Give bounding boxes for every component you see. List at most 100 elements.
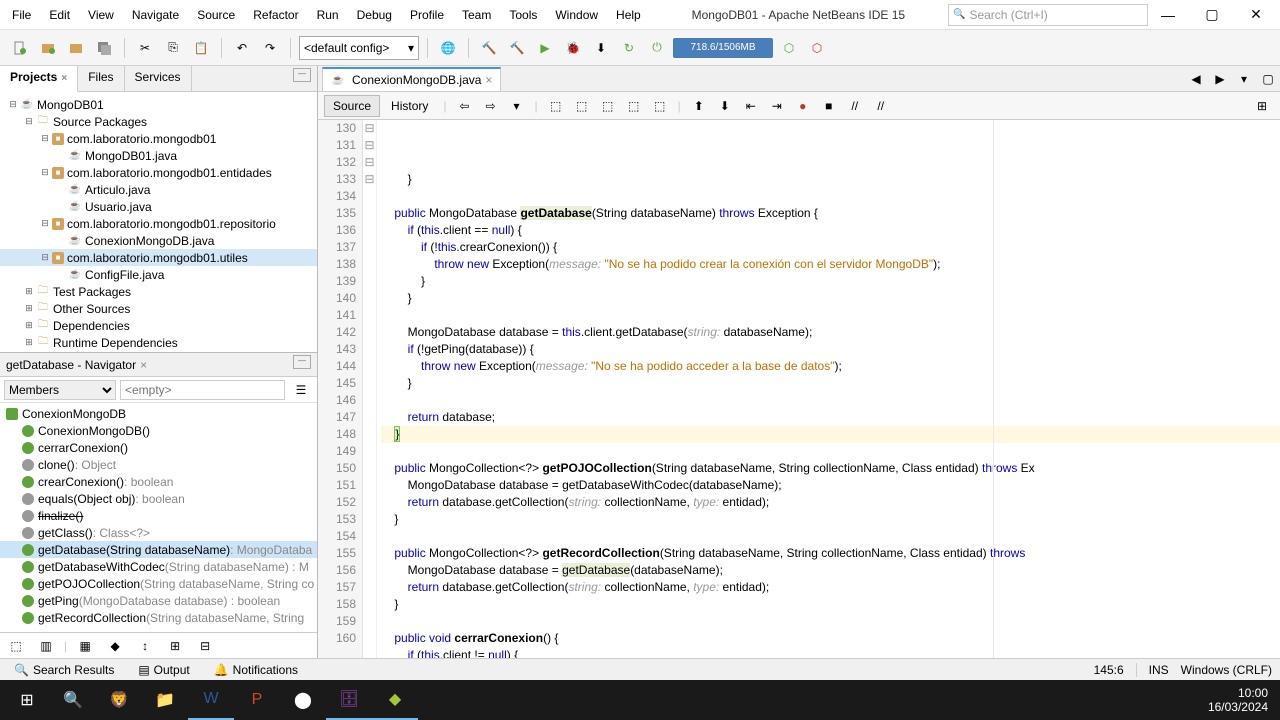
new-project-button[interactable] <box>36 36 60 60</box>
tree-row[interactable]: ⊟🗀Source Packages <box>0 113 317 130</box>
line-ending[interactable]: Windows (CRLF) <box>1181 663 1272 677</box>
code-line[interactable]: } <box>381 273 1280 290</box>
notifications-tab[interactable]: 🔔Notifications <box>208 661 304 679</box>
profile-button[interactable]: ⬇ <box>589 36 613 60</box>
navigator-row[interactable]: getRecordCollection(String databaseName,… <box>0 609 317 626</box>
rerun-button[interactable]: ↻ <box>617 36 641 60</box>
editor-tab-active[interactable]: ☕ ConexionMongoDB.java × <box>322 67 501 91</box>
et-uncomment-button[interactable]: // <box>869 94 893 118</box>
panel-tab-close[interactable]: × <box>61 73 67 84</box>
output-tab[interactable]: ▤Output <box>132 661 195 679</box>
tree-row[interactable]: ⊟■com.laboratorio.mongodb01.utiles <box>0 249 317 266</box>
code-line[interactable]: public MongoCollection<?> getPOJOCollect… <box>381 460 1280 477</box>
navigator-row[interactable]: getDatabase(String databaseName) : Mongo… <box>0 541 317 558</box>
navigator-row[interactable]: crearConexion() : boolean <box>0 473 317 490</box>
menu-edit[interactable]: Edit <box>41 4 78 26</box>
paste-button[interactable]: 📋 <box>189 36 213 60</box>
maximize-button[interactable]: ▢ <box>1192 3 1232 27</box>
et-next-bookmark-button[interactable]: ⬇ <box>713 94 737 118</box>
panel-tab-files[interactable]: Files <box>78 66 124 91</box>
nav-fields-button[interactable]: ▥ <box>34 634 58 658</box>
nav-group-button[interactable]: ⊞ <box>163 634 187 658</box>
memory-indicator[interactable]: 718.6/1506MB <box>673 38 773 58</box>
tree-row[interactable]: ☕Articulo.java <box>0 181 317 198</box>
tree-row[interactable]: ☕MongoDB01.java <box>0 147 317 164</box>
start-button[interactable]: ⊞ <box>4 680 50 720</box>
tree-row[interactable]: ⊞🗀Dependencies <box>0 317 317 334</box>
code-line[interactable]: return database.getCollection(string: co… <box>381 494 1280 511</box>
navigator-row[interactable]: ConexionMongoDB <box>0 405 317 422</box>
fold-gutter[interactable]: ⊟⊟⊟⊟ <box>363 120 377 658</box>
code-line[interactable]: return database.getCollection(string: co… <box>381 579 1280 596</box>
db-button[interactable]: 🗄 <box>326 680 372 720</box>
navigator-row[interactable]: getPing(MongoDatabase database) : boolea… <box>0 592 317 609</box>
insert-mode[interactable]: INS <box>1149 663 1169 677</box>
menu-refactor[interactable]: Refactor <box>245 4 306 26</box>
navigator-row[interactable]: getClass() : Class<?> <box>0 524 317 541</box>
code-line[interactable]: } <box>381 426 1280 443</box>
code-line[interactable]: } <box>381 171 1280 188</box>
panel-tab-projects[interactable]: Projects× <box>0 66 78 92</box>
close-button[interactable]: ✕ <box>1236 3 1276 27</box>
code-line[interactable]: } <box>381 375 1280 392</box>
save-all-button[interactable] <box>92 36 116 60</box>
system-tray[interactable]: 10:00 16/03/2024 <box>1200 686 1276 714</box>
navigator-filter-button[interactable]: ☰ <box>289 378 313 402</box>
tree-row[interactable]: ⊟☕MongoDB01 <box>0 96 317 113</box>
stop-button[interactable]: ⏻ <box>645 36 669 60</box>
word-button[interactable]: W <box>188 680 234 720</box>
navigator-tree[interactable]: ConexionMongoDBConexionMongoDB()cerrarCo… <box>0 403 317 632</box>
nav-sort-button[interactable]: ↕ <box>133 634 157 658</box>
code-line[interactable]: throw new Exception(message: "No se ha p… <box>381 358 1280 375</box>
cursor-position[interactable]: 145:6 <box>1094 663 1124 677</box>
navigator-row[interactable]: equals(Object obj) : boolean <box>0 490 317 507</box>
navigator-row[interactable]: clone() : Object <box>0 456 317 473</box>
code-line[interactable]: MongoDatabase database = this.client.get… <box>381 324 1280 341</box>
git-push-button[interactable]: ⬡ <box>805 36 829 60</box>
project-tree[interactable]: ⊟☕MongoDB01⊟🗀Source Packages ⊟■com.labora… <box>0 92 317 352</box>
navigator-view-select[interactable]: Members <box>4 380 116 400</box>
code-line[interactable]: throw new Exception(message: "No se ha p… <box>381 256 1280 273</box>
menu-window[interactable]: Window <box>547 4 606 26</box>
code-line[interactable] <box>381 188 1280 205</box>
menu-run[interactable]: Run <box>309 4 347 26</box>
explorer-button[interactable]: 📁 <box>142 680 188 720</box>
code-line[interactable]: if (!this.crearConexion()) { <box>381 239 1280 256</box>
search-results-tab[interactable]: 🔍Search Results <box>8 661 120 679</box>
code-line[interactable] <box>381 392 1280 409</box>
et-back-button[interactable]: ⇦ <box>453 94 477 118</box>
et-find-prev-button[interactable]: ⬚ <box>570 94 594 118</box>
et-forward-button[interactable]: ⇨ <box>479 94 503 118</box>
code-line[interactable] <box>381 443 1280 460</box>
code-line[interactable]: if (!getPing(database)) { <box>381 341 1280 358</box>
code-line[interactable]: public MongoCollection<?> getRecordColle… <box>381 545 1280 562</box>
navigator-row[interactable]: getPOJOCollection(String databaseName, S… <box>0 575 317 592</box>
tree-row[interactable]: ☕ConexionMongoDB.java <box>0 232 317 249</box>
code-line[interactable]: } <box>381 511 1280 528</box>
open-project-button[interactable] <box>64 36 88 60</box>
code-line[interactable]: MongoDatabase database = getDatabaseWith… <box>381 477 1280 494</box>
config-select[interactable]: <default config>▾ <box>299 36 419 60</box>
tree-row[interactable]: ⊟■com.laboratorio.mongodb01.entidades <box>0 164 317 181</box>
navigator-row[interactable]: ConexionMongoDB() <box>0 422 317 439</box>
menu-source[interactable]: Source <box>189 4 243 26</box>
navigator-close-button[interactable]: × <box>140 358 147 372</box>
global-search-input[interactable]: Search (Ctrl+I) <box>948 4 1148 26</box>
tab-close-button[interactable]: × <box>485 73 492 87</box>
navigator-row[interactable]: finalize() <box>0 507 317 524</box>
git-pull-button[interactable]: ⬡ <box>777 36 801 60</box>
et-find-next-button[interactable]: ⬚ <box>596 94 620 118</box>
debug-button[interactable]: 🐞 <box>561 36 585 60</box>
code-editor[interactable]: } public MongoDatabase getDatabase(Strin… <box>377 120 1280 658</box>
code-line[interactable]: if (this.client != null) { <box>381 647 1280 658</box>
copy-button[interactable]: ⎘ <box>161 36 185 60</box>
nav-static-button[interactable]: ▦ <box>73 634 97 658</box>
editor-prev-button[interactable]: ◀ <box>1184 67 1208 91</box>
menu-profile[interactable]: Profile <box>402 4 452 26</box>
tree-row[interactable]: ⊞🗀Other Sources <box>0 300 317 317</box>
navigator-row[interactable]: cerrarConexion() <box>0 439 317 456</box>
editor-maximize-button[interactable]: ▢ <box>1256 67 1280 91</box>
menu-debug[interactable]: Debug <box>349 4 400 26</box>
brave-button[interactable]: 🦁 <box>96 680 142 720</box>
code-line[interactable]: public void cerrarConexion() { <box>381 630 1280 647</box>
